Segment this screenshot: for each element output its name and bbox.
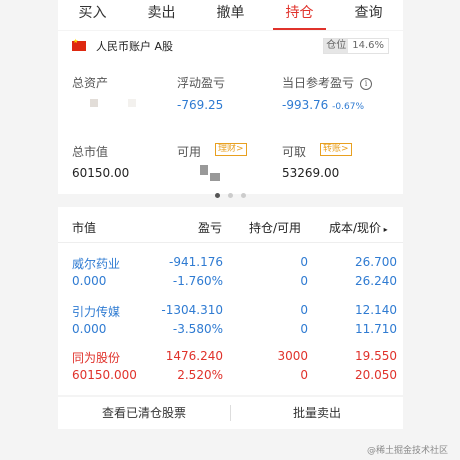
view-cleared-stocks-button[interactable]: 查看已清仓股票 xyxy=(58,397,230,429)
total-assets-masked-value-2 xyxy=(128,99,136,107)
floating-pl-value: -769.25 xyxy=(177,98,224,112)
tab-query[interactable]: 查询 xyxy=(334,0,403,30)
tab-sell[interactable]: 卖出 xyxy=(127,0,196,30)
total-assets-masked-value xyxy=(90,99,98,107)
account-selector[interactable]: 人民币账户 A股 xyxy=(72,38,173,54)
stock-available: 0 xyxy=(300,322,308,336)
available-masked-value xyxy=(200,165,208,175)
table-row[interactable]: 威尔药业 0.000 -941.176 -1.760% 0 0 26.700 2… xyxy=(58,251,403,297)
page-dot xyxy=(228,193,233,198)
header-hold-available: 持仓/可用 xyxy=(249,221,302,235)
stock-hold: 3000 xyxy=(277,349,308,363)
stock-name: 引力传媒 xyxy=(72,305,121,319)
stock-cost: 12.140 xyxy=(355,303,397,317)
stock-price: 20.050 xyxy=(355,368,397,382)
daily-pl-label: 当日参考盈亏 i xyxy=(282,74,373,91)
position-ratio-value: 14.6% xyxy=(352,40,384,51)
page-indicator xyxy=(58,193,403,198)
stock-pl: 1476.240 xyxy=(165,349,223,363)
wealth-management-link[interactable]: 理财> xyxy=(215,143,247,156)
tab-buy[interactable]: 买入 xyxy=(58,0,127,30)
floating-pl-label: 浮动盈亏 xyxy=(177,76,226,90)
withdrawable-value: 53269.00 xyxy=(282,166,340,180)
page-dot-active xyxy=(215,193,220,198)
stock-pl-percent: 2.520% xyxy=(177,368,223,382)
stock-available: 0 xyxy=(300,274,308,288)
stock-cost: 26.700 xyxy=(355,255,397,269)
holdings-table: 市值 盈亏 持仓/可用 成本/现价 ▸ 威尔药业 0.000 -941.176 … xyxy=(58,207,403,395)
china-flag-icon xyxy=(72,38,86,51)
daily-pl-percent: -0.67% xyxy=(332,102,364,112)
info-icon[interactable]: i xyxy=(360,77,373,90)
position-ratio-badge: 仓位 14.6% xyxy=(323,38,389,54)
stock-pl-percent: -3.580% xyxy=(172,322,223,336)
stock-available: 0 xyxy=(300,368,308,382)
stock-cost: 19.550 xyxy=(355,349,397,363)
account-name: 人民币账户 A股 xyxy=(96,40,174,53)
stock-name: 威尔药业 xyxy=(72,257,121,271)
bottom-action-bar: 查看已清仓股票 批量卖出 xyxy=(58,397,403,429)
table-row[interactable]: 引力传媒 0.000 -1304.310 -3.580% 0 0 12.140 … xyxy=(58,299,403,345)
total-assets-label: 总资产 xyxy=(72,76,109,90)
stock-price: 11.710 xyxy=(355,322,397,336)
stock-pl-percent: -1.760% xyxy=(172,274,223,288)
available-masked-value-2 xyxy=(210,173,220,181)
batch-sell-button[interactable]: 批量卖出 xyxy=(231,397,403,429)
table-header: 市值 盈亏 持仓/可用 成本/现价 ▸ xyxy=(58,207,403,243)
daily-pl-label-text: 当日参考盈亏 xyxy=(282,76,355,90)
page-dot xyxy=(241,193,246,198)
tab-positions[interactable]: 持仓 xyxy=(265,0,334,30)
stock-market-value: 60150.000 xyxy=(72,368,137,382)
account-summary-card: 人民币账户 A股 仓位 14.6% 总资产 浮动盈亏 -769.25 当日参考盈… xyxy=(58,31,403,198)
stock-name: 同为股份 xyxy=(72,351,121,365)
daily-pl-value: -993.76 xyxy=(282,98,329,112)
stock-pl: -941.176 xyxy=(169,255,223,269)
watermark: @稀土掘金技术社区 xyxy=(366,446,448,456)
chevron-right-icon: ▸ xyxy=(381,225,388,234)
stock-price: 26.240 xyxy=(355,274,397,288)
transfer-link[interactable]: 转账> xyxy=(320,143,352,156)
stock-hold: 0 xyxy=(300,255,308,269)
header-cost-price[interactable]: 成本/现价 ▸ xyxy=(329,219,388,236)
table-row[interactable]: 同为股份 60150.000 1476.240 2.520% 3000 0 19… xyxy=(58,345,403,391)
header-market-value: 市值 xyxy=(72,221,97,235)
available-label: 可用 xyxy=(177,145,202,159)
stock-pl: -1304.310 xyxy=(161,303,223,317)
market-value: 60150.00 xyxy=(72,166,130,180)
market-value-label: 总市值 xyxy=(72,145,109,159)
position-ratio-label: 仓位 xyxy=(324,39,349,53)
trade-tab-bar: 买入 卖出 撤单 持仓 查询 xyxy=(58,0,403,30)
withdrawable-label: 可取 xyxy=(282,145,307,159)
tab-cancel-order[interactable]: 撤单 xyxy=(196,0,265,30)
stock-hold: 0 xyxy=(300,303,308,317)
stock-market-value: 0.000 xyxy=(72,322,107,336)
stock-market-value: 0.000 xyxy=(72,274,107,288)
daily-pl-value-group: -993.76 -0.67% xyxy=(282,98,364,112)
header-cost-price-text: 成本/现价 xyxy=(329,221,382,235)
header-pl: 盈亏 xyxy=(198,221,223,235)
